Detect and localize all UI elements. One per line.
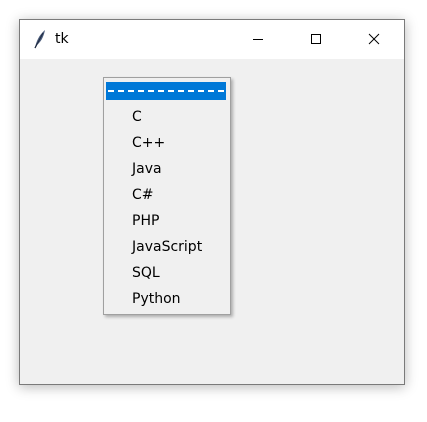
menu-item-javascript[interactable]: JavaScript: [104, 234, 230, 260]
menu-item-python[interactable]: Python: [104, 286, 230, 312]
tk-feather-icon: [32, 29, 48, 49]
minimize-icon: [252, 30, 264, 49]
minimize-button[interactable]: [235, 20, 281, 59]
menu-item-java[interactable]: Java: [104, 156, 230, 182]
maximize-button[interactable]: [293, 20, 339, 59]
menu-item-csharp[interactable]: C#: [104, 182, 230, 208]
close-button[interactable]: [351, 20, 397, 59]
menu-item-sql[interactable]: SQL: [104, 260, 230, 286]
menu-item-php[interactable]: PHP: [104, 208, 230, 234]
tearoff-dashed-line: [108, 90, 224, 92]
window-title: tk: [55, 31, 69, 47]
window-client-area: C C++ Java C# PHP JavaScript SQL Python: [20, 59, 404, 384]
tearoff-separator[interactable]: [106, 82, 226, 100]
title-bar[interactable]: tk: [20, 20, 404, 59]
tk-window: tk C C++ Java C# PHP JavaScript SQL Pyth…: [19, 19, 405, 385]
menu-items: C C++ Java C# PHP JavaScript SQL Python: [104, 104, 230, 312]
close-icon: [368, 30, 380, 49]
popup-menu: C C++ Java C# PHP JavaScript SQL Python: [103, 77, 231, 315]
menu-item-c[interactable]: C: [104, 104, 230, 130]
maximize-icon: [310, 30, 322, 49]
menu-item-cpp[interactable]: C++: [104, 130, 230, 156]
